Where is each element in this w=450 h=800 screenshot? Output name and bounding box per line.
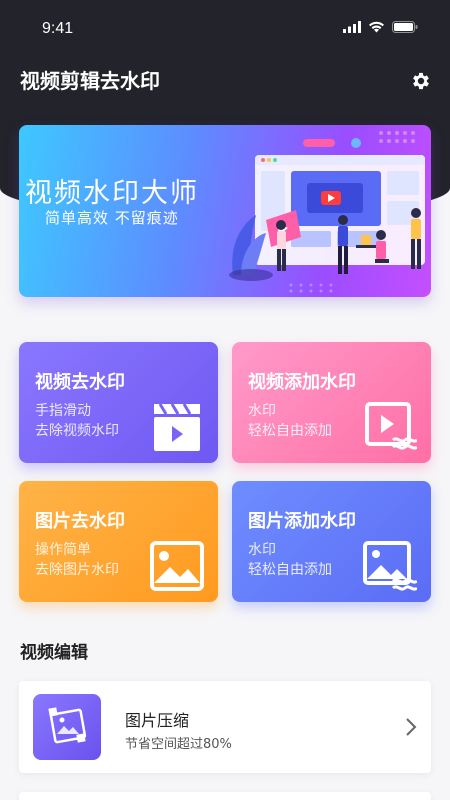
app-header: 视频剪辑去水印 [20, 66, 432, 96]
settings-gear-icon[interactable] [410, 70, 432, 92]
card-title: 视频去水印 [35, 372, 125, 393]
chevron-right-icon [406, 718, 417, 736]
card-title: 视频添加水印 [248, 372, 356, 393]
card-line2: 去除视频水印 [35, 423, 119, 439]
image-icon [150, 541, 204, 591]
card-line2: 轻松自由添加 [248, 423, 332, 439]
card-line1: 水印 [248, 542, 276, 558]
status-bar: 9:41 [0, 0, 450, 56]
image-compress-icon [33, 694, 101, 760]
section-title: 视频编辑 [20, 643, 88, 663]
card-line1: 水印 [248, 403, 276, 419]
wifi-icon [369, 21, 384, 33]
card-line1: 手指滑动 [35, 403, 91, 419]
signal-icon [343, 21, 361, 33]
list-item-subtitle: 节省空间超过80% [125, 737, 232, 752]
card-title: 图片去水印 [35, 511, 125, 532]
card-title: 图片添加水印 [248, 511, 356, 532]
card-line2: 轻松自由添加 [248, 562, 332, 578]
list-item-image-compress[interactable]: 图片压缩 节省空间超过80% [19, 681, 431, 773]
card-image-add-watermark[interactable]: 图片添加水印 水印 轻松自由添加 [232, 481, 431, 602]
card-video-remove-watermark[interactable]: 视频去水印 手指滑动 去除视频水印 [19, 342, 218, 463]
image-watermark-icon [363, 541, 417, 591]
list-item-title: 图片压缩 [125, 711, 190, 730]
promo-banner[interactable]: 视频水印大师 简单高效 不留痕迹 [19, 125, 431, 297]
card-image-remove-watermark[interactable]: 图片去水印 操作简单 去除图片水印 [19, 481, 218, 602]
banner-illustration [229, 131, 425, 293]
list-item-next[interactable] [19, 792, 431, 800]
clapperboard-icon [154, 403, 200, 451]
card-line1: 操作简单 [35, 542, 91, 558]
card-line2: 去除图片水印 [35, 562, 119, 578]
video-watermark-icon [365, 402, 417, 450]
status-time: 9:41 [42, 20, 74, 37]
battery-icon [392, 21, 418, 33]
page-title: 视频剪辑去水印 [20, 69, 160, 93]
banner-subtitle: 简单高效 不留痕迹 [45, 209, 179, 227]
banner-title: 视频水印大师 [25, 178, 199, 209]
card-video-add-watermark[interactable]: 视频添加水印 水印 轻松自由添加 [232, 342, 431, 463]
status-icons [343, 21, 418, 33]
